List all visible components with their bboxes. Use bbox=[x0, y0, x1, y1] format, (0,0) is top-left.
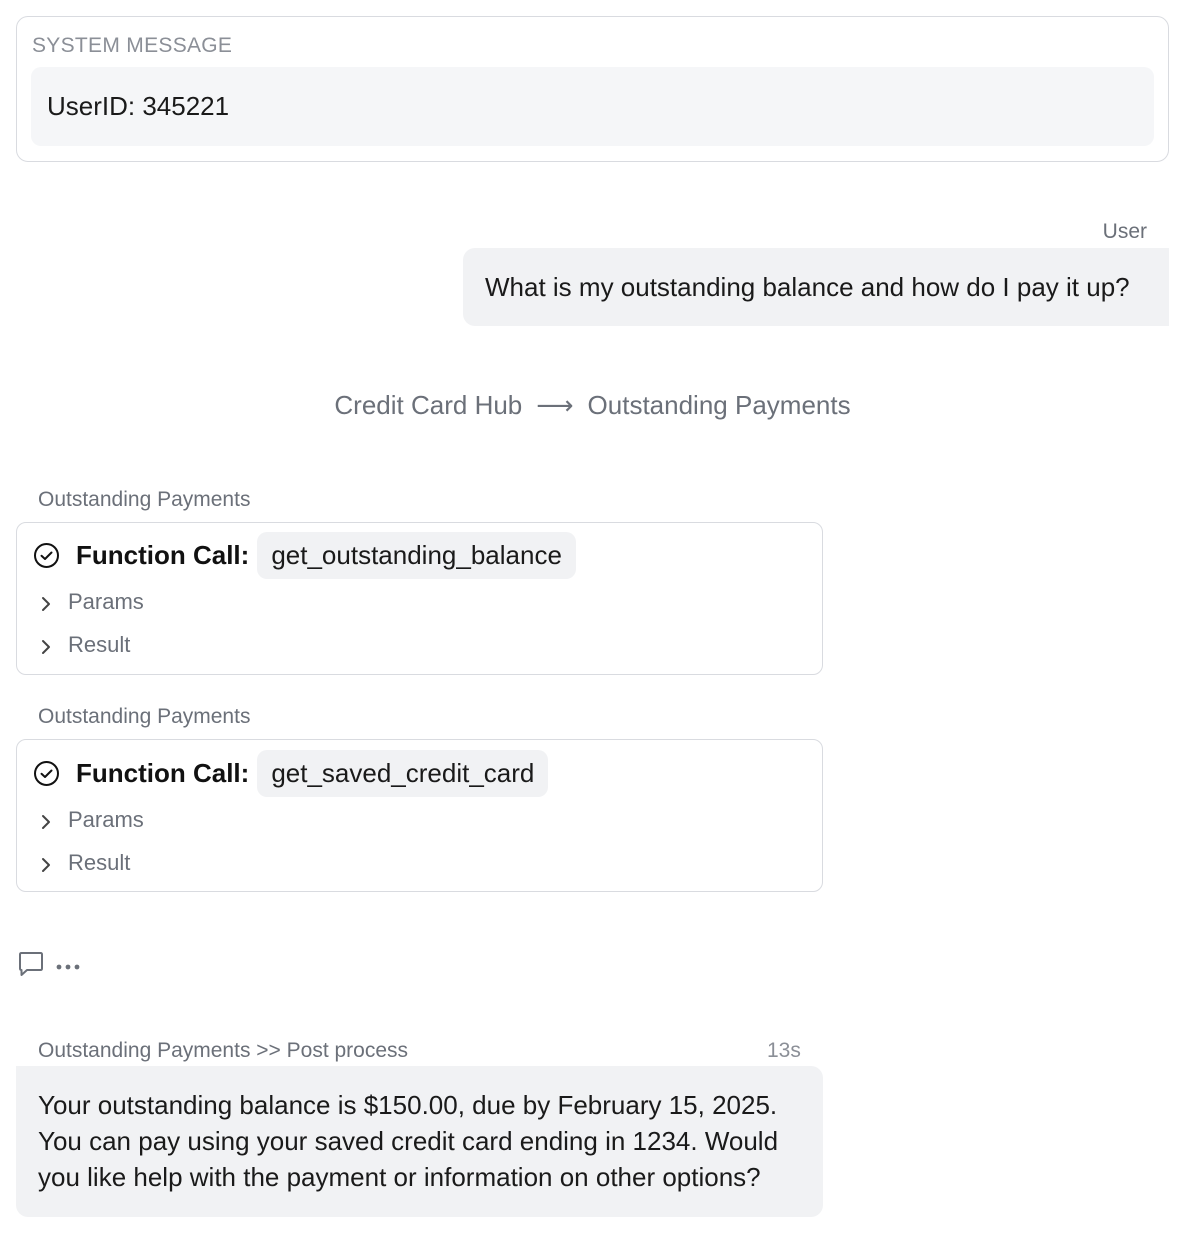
route-from: Credit Card Hub bbox=[334, 390, 523, 420]
params-label: Params bbox=[68, 807, 144, 832]
function-call-header: Function Call: get_outstanding_balance bbox=[33, 531, 576, 579]
user-message-bubble: What is my outstanding balance and how d… bbox=[463, 248, 1169, 326]
route-indicator: Credit Card Hub ⟶ Outstanding Payments bbox=[0, 390, 1185, 421]
chevron-right-icon bbox=[39, 593, 53, 611]
message-actions bbox=[17, 950, 81, 978]
function-call-title: Function Call: bbox=[76, 539, 250, 570]
chevron-right-icon bbox=[39, 636, 53, 654]
check-circle-icon bbox=[33, 760, 60, 787]
function-call-label: Outstanding Payments bbox=[38, 488, 251, 511]
result-toggle[interactable]: Result bbox=[39, 632, 130, 658]
result-toggle[interactable]: Result bbox=[39, 850, 130, 876]
result-label: Result bbox=[68, 632, 131, 657]
function-call-title: Function Call: bbox=[76, 757, 250, 788]
assistant-message-bubble: Your outstanding balance is $150.00, due… bbox=[16, 1066, 823, 1217]
user-label: User bbox=[1102, 220, 1147, 243]
function-name-badge: get_saved_credit_card bbox=[257, 749, 549, 797]
route-arrow-icon: ⟶ bbox=[536, 390, 574, 420]
system-message-text: UserID: 345221 bbox=[47, 91, 230, 121]
response-source-label: Outstanding Payments >> Post process bbox=[38, 1039, 409, 1062]
result-label: Result bbox=[68, 850, 131, 875]
function-call-card: Function Call: get_saved_credit_card Par… bbox=[16, 739, 823, 892]
function-call-label: Outstanding Payments bbox=[38, 705, 251, 728]
check-circle-icon bbox=[33, 542, 60, 569]
comment-icon[interactable] bbox=[17, 950, 45, 978]
assistant-message-text: Your outstanding balance is $150.00, due… bbox=[38, 1090, 779, 1192]
user-message-text: What is my outstanding balance and how d… bbox=[485, 272, 1130, 302]
system-message-card: SYSTEM MESSAGE UserID: 345221 bbox=[16, 16, 1169, 162]
system-message-body: UserID: 345221 bbox=[31, 67, 1154, 146]
params-label: Params bbox=[68, 589, 144, 614]
chevron-right-icon bbox=[39, 854, 53, 872]
response-duration: 13s bbox=[767, 1039, 801, 1062]
function-call-card: Function Call: get_outstanding_balance P… bbox=[16, 522, 823, 675]
chat-transcript: SYSTEM MESSAGE UserID: 345221 User What … bbox=[0, 0, 1198, 1242]
more-horizontal-icon[interactable] bbox=[55, 959, 81, 970]
system-message-title: SYSTEM MESSAGE bbox=[32, 34, 233, 57]
function-name-badge: get_outstanding_balance bbox=[257, 531, 576, 579]
function-call-header: Function Call: get_saved_credit_card bbox=[33, 749, 549, 797]
route-to: Outstanding Payments bbox=[587, 390, 851, 420]
params-toggle[interactable]: Params bbox=[39, 589, 144, 615]
chevron-right-icon bbox=[39, 811, 53, 829]
params-toggle[interactable]: Params bbox=[39, 807, 144, 833]
